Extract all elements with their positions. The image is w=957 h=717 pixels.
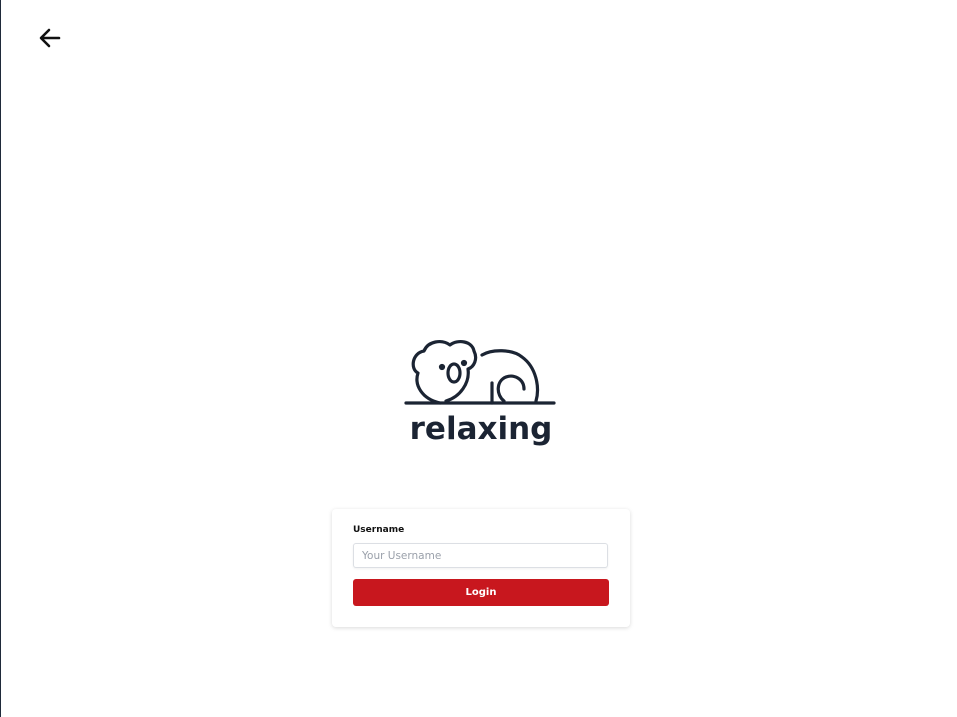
username-input[interactable] — [353, 543, 608, 568]
relaxing-logo: relaxing — [404, 337, 558, 447]
username-label: Username — [353, 525, 405, 535]
logo-wordmark: relaxing — [410, 411, 553, 447]
login-button[interactable]: Login — [353, 579, 609, 606]
back-button[interactable] — [37, 25, 63, 51]
login-card: Username Login — [332, 509, 630, 627]
arrow-left-icon — [39, 28, 61, 48]
